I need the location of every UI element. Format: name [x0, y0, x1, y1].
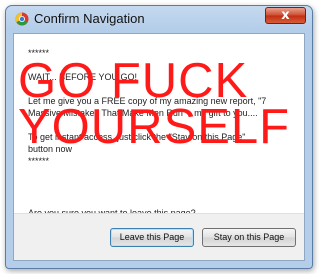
title-bar[interactable]: Confirm Navigation x [6, 6, 312, 32]
close-icon: x [281, 8, 290, 23]
message-line: To get instant access, just click the "S… [28, 132, 246, 142]
dialog-content: ****** WAIT... BEFORE YOU GO! Let me giv… [13, 33, 305, 261]
message-line: WAIT... BEFORE YOU GO! [28, 72, 138, 82]
chrome-icon [15, 12, 29, 26]
dialog-title: Confirm Navigation [34, 11, 145, 26]
message-line: ****** [28, 156, 50, 166]
message-line: Let me give you a FREE copy of my amazin… [28, 96, 267, 106]
message-line: button now [28, 144, 73, 154]
stay-on-page-button[interactable]: Stay on this Page [202, 228, 296, 247]
leave-page-button[interactable]: Leave this Page [110, 228, 194, 247]
message-line: Massive Mistakes That Make Men Run" - my… [28, 108, 258, 118]
message-line: ****** [28, 48, 50, 58]
confirm-navigation-dialog: Confirm Navigation x ****** WAIT... BEFO… [5, 5, 313, 269]
close-button[interactable]: x [265, 7, 306, 24]
button-bar: Leave this Page Stay on this Page [14, 213, 304, 260]
dialog-message: ****** WAIT... BEFORE YOU GO! Let me giv… [28, 47, 298, 167]
